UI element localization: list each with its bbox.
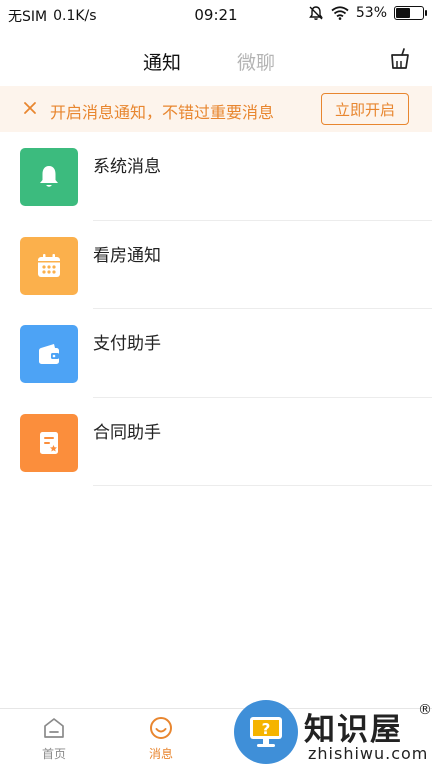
message-list: 系统消息 看房通知 支付助手 合同助手 <box>0 132 432 486</box>
mute-icon <box>308 6 323 20</box>
wallet-icon <box>20 325 78 383</box>
contract-icon <box>20 413 78 472</box>
divider <box>93 485 432 486</box>
wifi-icon <box>331 6 349 20</box>
list-item-title: 看房通知 <box>93 245 161 266</box>
nav-label: 首页 <box>41 747 66 761</box>
battery-level <box>396 8 410 18</box>
nav-home[interactable]: 首页 <box>19 715 89 762</box>
close-icon[interactable] <box>22 100 38 116</box>
watermark-en: zhishiwu.com <box>308 744 429 763</box>
list-item-contract[interactable]: 合同助手 <box>0 398 432 486</box>
list-item-system[interactable]: 系统消息 <box>0 132 432 221</box>
question-monitor-icon: ? <box>234 700 298 764</box>
nav-label: 消息 <box>148 747 173 761</box>
notification-banner: 开启消息通知，不错过重要消息 立即开启 <box>0 86 432 132</box>
list-item-payment[interactable]: 支付助手 <box>0 309 432 398</box>
list-item-title: 支付助手 <box>93 334 161 354</box>
status-right: 53% <box>308 5 427 21</box>
watermark-logo: ? 知识屋 ® zhishiwu.com <box>232 698 432 768</box>
tab-notifications[interactable]: 通知 <box>143 48 181 75</box>
nav-messages[interactable]: 消息 <box>126 715 196 762</box>
tab-chat[interactable]: 微聊 <box>237 48 275 75</box>
calendar-icon <box>20 236 78 295</box>
watermark-cn: 知识屋 <box>304 712 403 748</box>
home-icon <box>44 718 64 738</box>
list-item-viewing[interactable]: 看房通知 <box>0 221 432 309</box>
bell-icon <box>20 148 78 206</box>
battery-icon <box>394 6 427 20</box>
banner-text: 开启消息通知，不错过重要消息 <box>50 103 275 122</box>
list-item-title: 系统消息 <box>93 157 161 177</box>
smile-message-icon <box>150 717 172 739</box>
broom-icon[interactable] <box>388 47 412 71</box>
status-bar: 无SIM 0.1K/s 09:21 53% <box>0 0 432 30</box>
battery-percent: 53% <box>355 5 387 21</box>
watermark-reg: ® <box>418 702 432 718</box>
svg-text:?: ? <box>262 720 271 738</box>
enable-notifications-button[interactable]: 立即开启 <box>321 93 409 125</box>
header: 通知 微聊 <box>0 38 432 84</box>
list-item-title: 合同助手 <box>93 422 161 443</box>
